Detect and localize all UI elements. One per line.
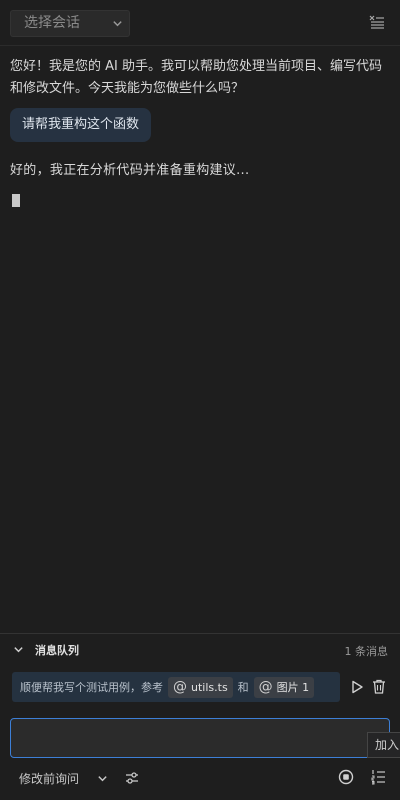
file-reference-chip[interactable]: @ utils.ts	[168, 676, 233, 698]
assistant-message: 好的，我正在分析代码并准备重构建议...	[10, 163, 250, 178]
chat-area: 您好！我是您的 AI 助手。我可以帮助您处理当前项目、编写代码和修改文件。今天我…	[0, 46, 400, 632]
chevron-down-icon[interactable]	[13, 644, 24, 655]
image-reference-chip[interactable]: @ 图片 1	[253, 676, 315, 698]
tooltip: 加入	[367, 732, 400, 758]
chevron-down-icon	[113, 21, 122, 27]
streaming-cursor	[12, 194, 20, 207]
queue-title: 消息队列	[35, 644, 79, 657]
sliders-icon[interactable]	[124, 770, 140, 786]
numbered-list-icon[interactable]	[370, 768, 386, 785]
at-icon: @	[173, 679, 187, 695]
message-queue-panel: 消息队列 1 条消息 顺便帮我写个测试用例，参考 @ utils.ts 和 @ …	[0, 633, 400, 709]
mode-select-label[interactable]: 修改前询问	[19, 770, 79, 788]
play-icon[interactable]	[349, 679, 365, 695]
queue-header[interactable]: 消息队列 1 条消息	[0, 634, 400, 664]
queue-count: 1 条消息	[344, 645, 389, 658]
assistant-message: 您好！我是您的 AI 助手。我可以帮助您处理当前项目、编写代码和修改文件。今天我…	[10, 59, 382, 96]
trash-icon[interactable]	[371, 678, 387, 695]
session-select[interactable]: 选择会话	[10, 10, 130, 37]
stop-circle-icon[interactable]	[338, 769, 354, 785]
chevron-down-icon[interactable]	[97, 773, 108, 784]
queued-message[interactable]: 顺便帮我写个测试用例，参考 @ utils.ts 和 @ 图片 1	[12, 672, 340, 702]
at-icon: @	[258, 679, 273, 695]
queued-message-text: 顺便帮我写个测试用例，参考	[20, 681, 163, 694]
queued-message-connector: 和	[237, 681, 249, 694]
menu-list-icon[interactable]	[368, 13, 386, 31]
session-select-label: 选择会话	[24, 15, 80, 31]
top-bar: 选择会话	[0, 0, 400, 46]
chip-label: utils.ts	[191, 680, 228, 694]
user-message-bubble: 请帮我重构这个函数	[10, 108, 152, 142]
chip-label: 图片 1	[276, 681, 310, 694]
chat-input[interactable]	[10, 718, 390, 758]
